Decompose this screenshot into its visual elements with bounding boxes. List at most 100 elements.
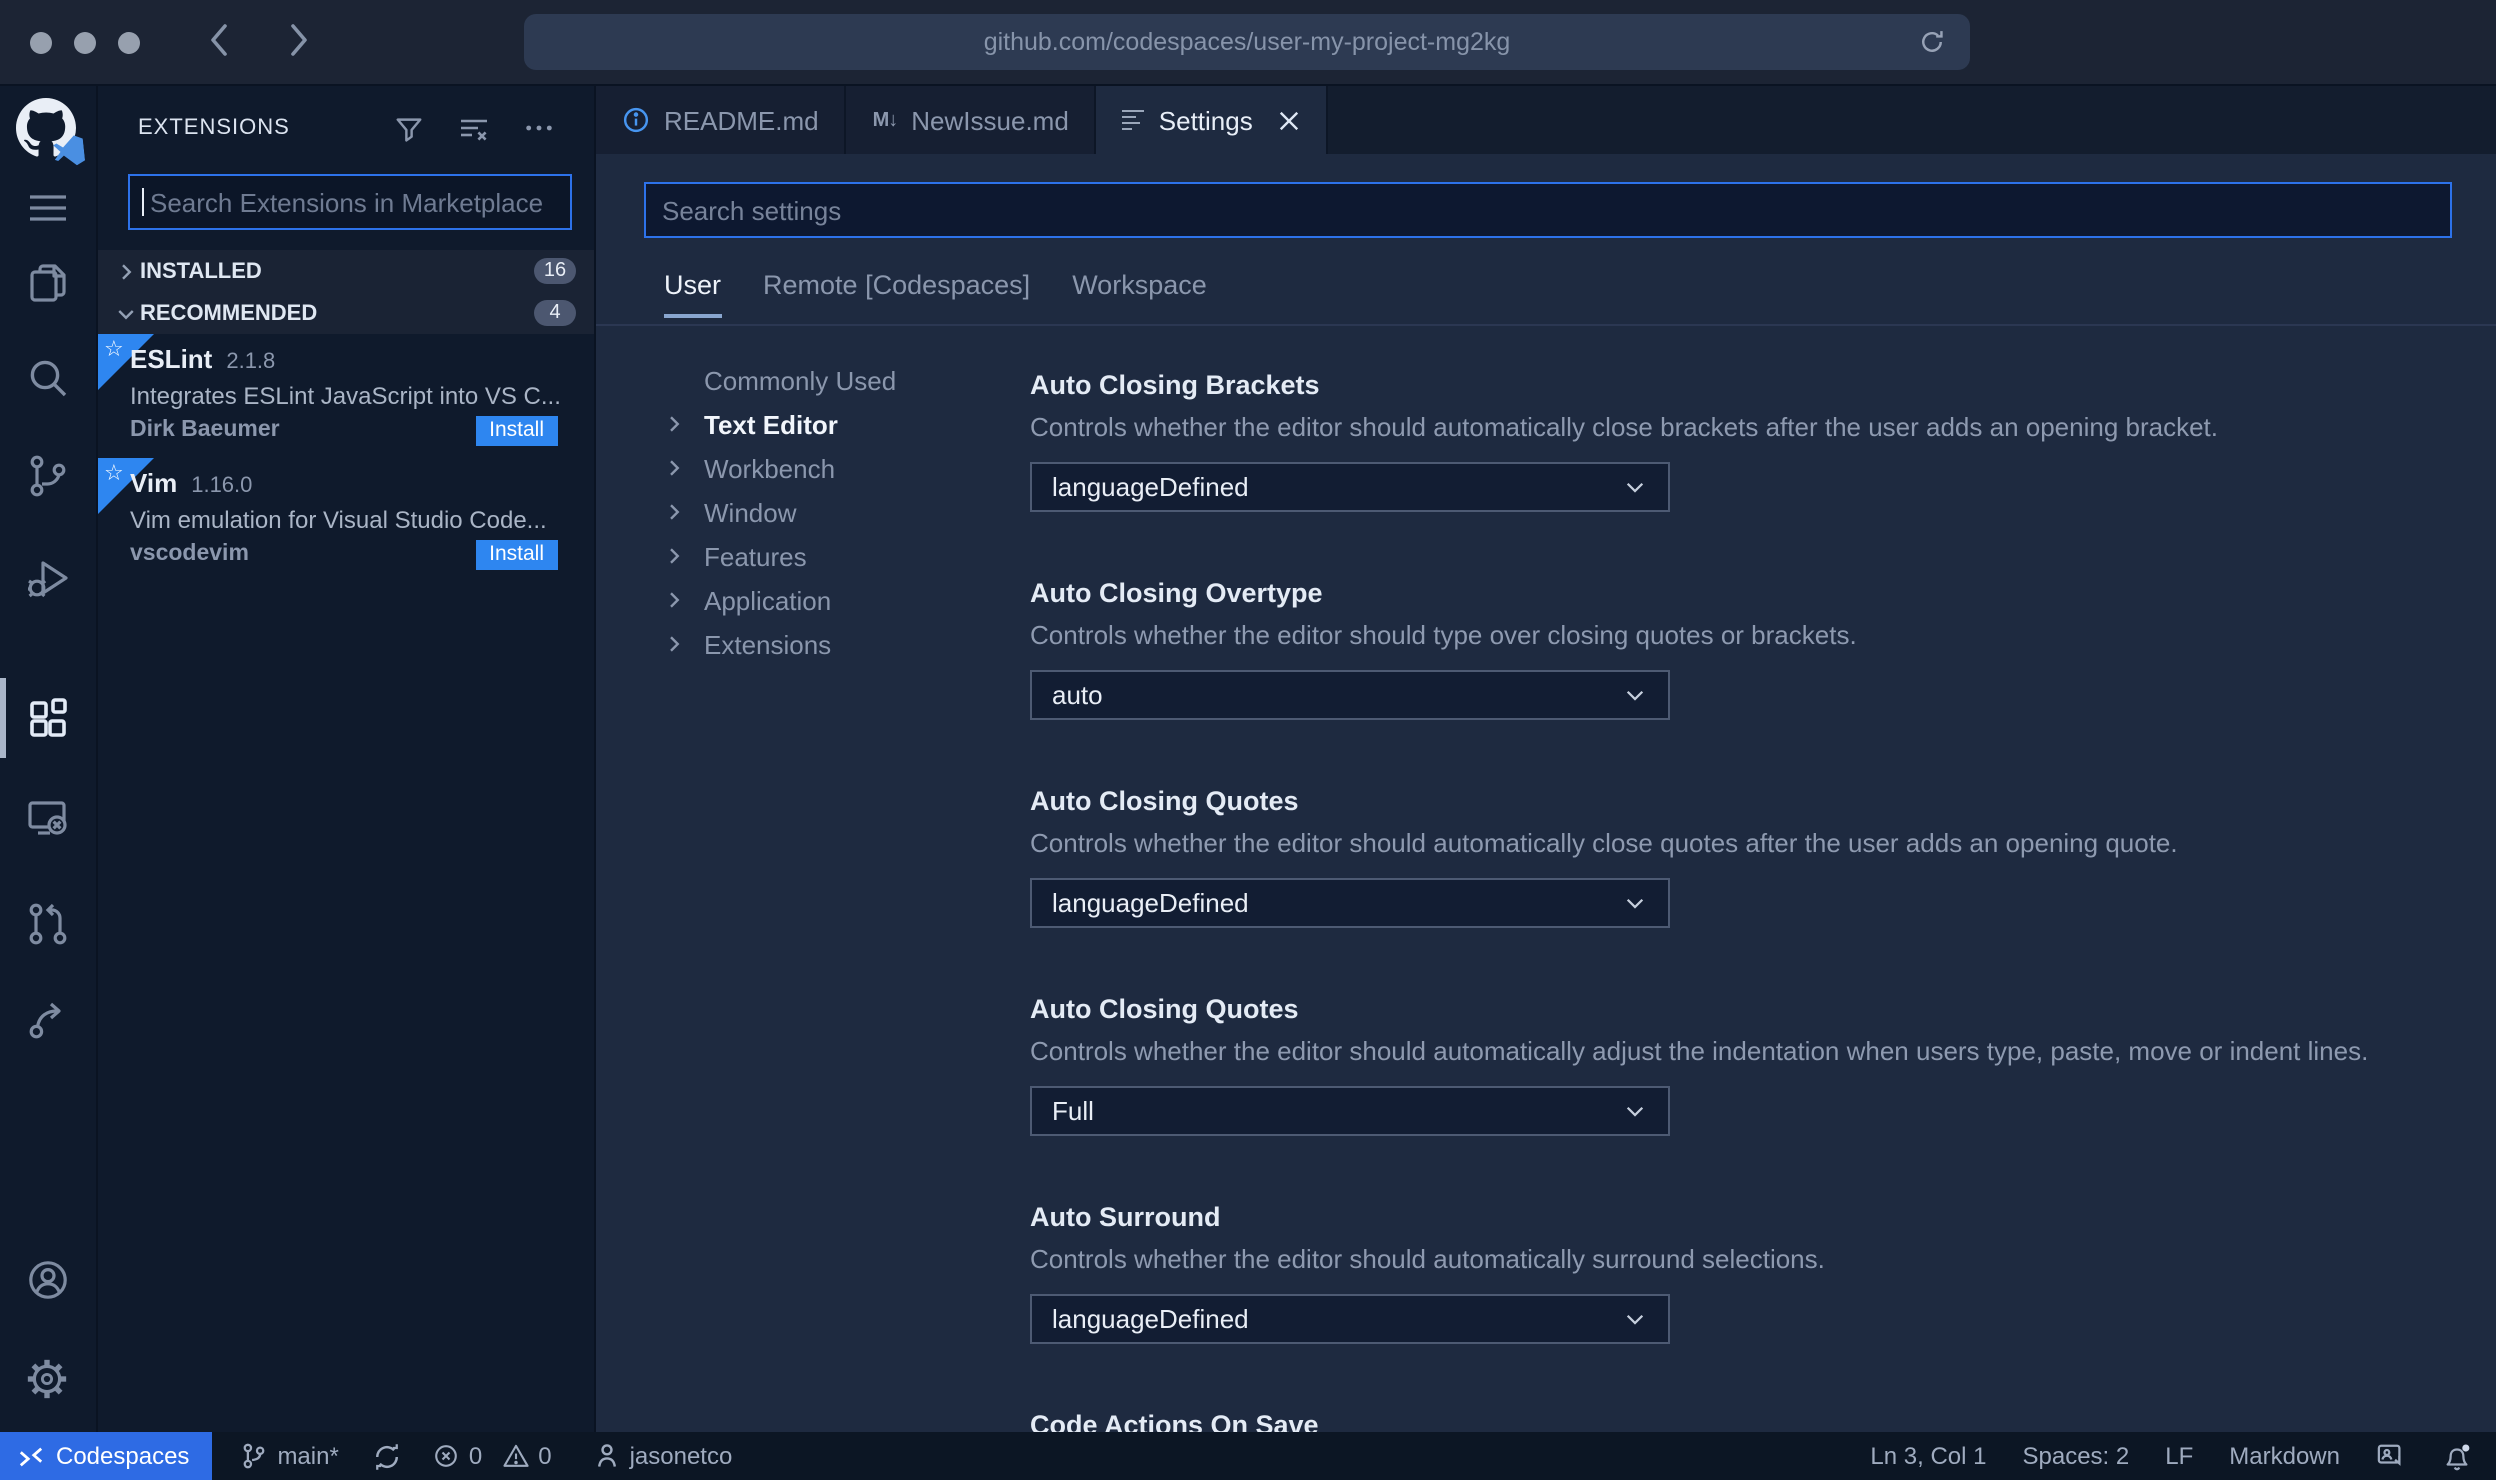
browser-back-icon[interactable] bbox=[208, 22, 230, 58]
toc-commonly-used[interactable]: Commonly Used bbox=[662, 358, 896, 402]
explorer-icon[interactable] bbox=[0, 258, 94, 306]
chevron-right-icon bbox=[114, 259, 138, 283]
settings-toc: Commonly Used Text Editor Workbench Wind… bbox=[662, 358, 896, 666]
tab-newissue[interactable]: M↓ NewIssue.md bbox=[846, 86, 1097, 154]
chevron-right-icon bbox=[662, 412, 690, 436]
user-status[interactable]: jasonetco bbox=[594, 1442, 733, 1470]
extension-description: Vim emulation for Visual Studio Code... bbox=[130, 506, 547, 534]
extension-list-item-vim[interactable]: ☆ Vim 1.16.0 Vim emulation for Visual Stu… bbox=[98, 458, 594, 580]
menu-icon[interactable] bbox=[0, 190, 94, 226]
cursor-position[interactable]: Ln 3, Col 1 bbox=[1870, 1442, 1986, 1470]
chevron-right-icon bbox=[662, 632, 690, 656]
setting-dropdown[interactable]: Full bbox=[1030, 1086, 1670, 1136]
window-minimize-button[interactable] bbox=[74, 31, 96, 53]
toc-window[interactable]: Window bbox=[662, 490, 896, 534]
setting-auto-closing-quotes: Auto Closing Quotes Controls whether the… bbox=[1030, 786, 2430, 994]
chevron-down-icon bbox=[1622, 1306, 1648, 1332]
settings-list-icon bbox=[1122, 109, 1145, 131]
share-forward-icon[interactable] bbox=[0, 994, 94, 1042]
setting-dropdown[interactable]: languageDefined bbox=[1030, 1294, 1670, 1344]
setting-title: Auto Closing Quotes bbox=[1030, 994, 1299, 1024]
setting-title: Code Actions On Save bbox=[1030, 1410, 1319, 1432]
setting-auto-closing-overtype: Auto Closing Overtype Controls whether t… bbox=[1030, 578, 2430, 786]
install-button[interactable]: Install bbox=[475, 416, 558, 446]
settings-gear-icon[interactable] bbox=[0, 1356, 94, 1402]
remote-explorer-icon[interactable] bbox=[0, 794, 94, 842]
chevron-down-icon bbox=[1622, 682, 1648, 708]
settings-list: Auto Closing Brackets Controls whether t… bbox=[1030, 370, 2430, 1432]
address-bar[interactable]: github.com/codespaces/user-my-project-mg… bbox=[524, 14, 1970, 70]
toc-workbench[interactable]: Workbench bbox=[662, 446, 896, 490]
dropdown-value: auto bbox=[1052, 680, 1103, 710]
more-actions-icon[interactable] bbox=[524, 114, 554, 142]
dropdown-value: languageDefined bbox=[1052, 888, 1249, 918]
browser-forward-icon[interactable] bbox=[288, 22, 310, 58]
tab-label: Settings bbox=[1158, 105, 1253, 135]
account-icon[interactable] bbox=[0, 1256, 94, 1304]
pull-request-icon[interactable] bbox=[0, 900, 94, 948]
remote-indicator[interactable]: Codespaces bbox=[0, 1432, 212, 1480]
extension-publisher: vscodevim bbox=[130, 542, 249, 566]
extension-list-item-eslint[interactable]: ☆ ESLint 2.1.8 Integrates ESLint JavaScri… bbox=[98, 334, 594, 456]
dropdown-value: languageDefined bbox=[1052, 472, 1249, 502]
run-debug-icon[interactable] bbox=[0, 554, 94, 602]
window-maximize-button[interactable] bbox=[118, 31, 140, 53]
problems-status[interactable]: 0 0 bbox=[433, 1442, 552, 1470]
settings-search-box[interactable] bbox=[644, 182, 2452, 238]
user-name: jasonetco bbox=[629, 1442, 733, 1470]
extension-version: 1.16.0 bbox=[191, 474, 253, 498]
branch-status[interactable]: main* bbox=[239, 1442, 339, 1470]
settings-scope-tabs: User Remote [Codespaces] Workspace bbox=[664, 270, 1207, 318]
toc-text-editor[interactable]: Text Editor bbox=[662, 402, 896, 446]
editor-tabs: README.md M↓ NewIssue.md Settings bbox=[596, 86, 2496, 154]
window-controls bbox=[30, 31, 140, 53]
toc-application[interactable]: Application bbox=[662, 578, 896, 622]
feedback-icon[interactable] bbox=[2376, 1442, 2406, 1470]
close-tab-icon[interactable] bbox=[1279, 109, 1301, 131]
filter-icon[interactable] bbox=[394, 113, 424, 143]
setting-description: Controls whether the editor should autom… bbox=[1030, 1244, 1825, 1274]
section-recommended[interactable]: RECOMMENDED 4 bbox=[98, 292, 594, 334]
tab-readme[interactable]: README.md bbox=[596, 86, 847, 154]
window-close-button[interactable] bbox=[30, 31, 52, 53]
indentation[interactable]: Spaces: 2 bbox=[2023, 1442, 2130, 1470]
toc-features[interactable]: Features bbox=[662, 534, 896, 578]
chevron-down-icon bbox=[1622, 890, 1648, 916]
extension-search-input[interactable] bbox=[150, 187, 558, 217]
search-icon[interactable] bbox=[0, 354, 94, 402]
settings-search-input[interactable] bbox=[662, 195, 2434, 225]
scope-tab-workspace[interactable]: Workspace bbox=[1072, 270, 1207, 318]
warning-count: 0 bbox=[538, 1442, 552, 1470]
refresh-icon[interactable] bbox=[1918, 28, 1946, 56]
setting-title: Auto Closing Overtype bbox=[1030, 578, 1323, 608]
scope-tab-remote[interactable]: Remote [Codespaces] bbox=[763, 270, 1030, 318]
setting-dropdown[interactable]: auto bbox=[1030, 670, 1670, 720]
extensions-icon[interactable] bbox=[0, 694, 94, 742]
setting-dropdown[interactable]: languageDefined bbox=[1030, 462, 1670, 512]
source-control-icon[interactable] bbox=[0, 452, 94, 500]
settings-editor: User Remote [Codespaces] Workspace Commo… bbox=[596, 154, 2496, 1432]
tab-label: README.md bbox=[664, 105, 819, 135]
section-installed[interactable]: INSTALLED 16 bbox=[98, 250, 594, 292]
extension-search-box[interactable] bbox=[128, 174, 572, 230]
language-mode[interactable]: Markdown bbox=[2229, 1442, 2340, 1470]
eol-sequence[interactable]: LF bbox=[2165, 1442, 2193, 1470]
vscode-logo-icon bbox=[52, 135, 85, 166]
error-count: 0 bbox=[468, 1442, 483, 1470]
tab-label: NewIssue.md bbox=[911, 105, 1069, 135]
url-text: github.com/codespaces/user-my-project-mg… bbox=[983, 28, 1511, 56]
sync-status[interactable] bbox=[373, 1441, 403, 1471]
chevron-down-icon bbox=[1622, 1098, 1648, 1124]
clear-extension-search-icon[interactable] bbox=[458, 113, 490, 143]
setting-title: Auto Closing Brackets bbox=[1030, 370, 1320, 400]
recommended-count-badge: 4 bbox=[534, 300, 576, 326]
install-button[interactable]: Install bbox=[475, 540, 558, 570]
setting-dropdown[interactable]: languageDefined bbox=[1030, 878, 1670, 928]
remote-label: Codespaces bbox=[56, 1442, 190, 1470]
tab-settings[interactable]: Settings bbox=[1096, 86, 1329, 154]
markdown-icon: M↓ bbox=[872, 109, 899, 131]
toc-extensions[interactable]: Extensions bbox=[662, 622, 896, 666]
notifications-bell-icon[interactable] bbox=[2442, 1441, 2472, 1471]
section-label: INSTALLED bbox=[140, 259, 262, 283]
scope-tab-user[interactable]: User bbox=[664, 270, 722, 318]
